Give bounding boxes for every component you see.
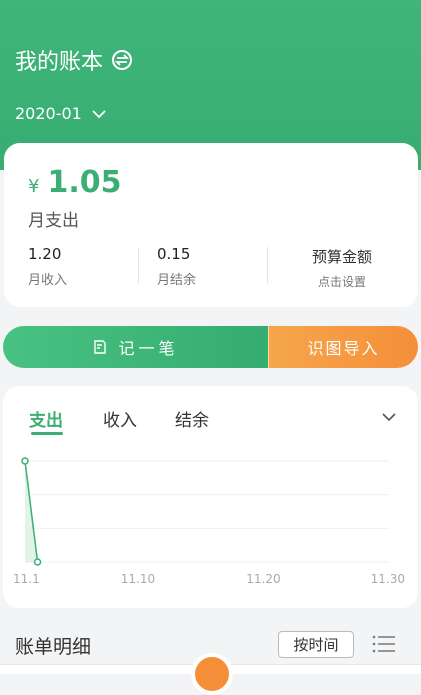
chart-point bbox=[33, 558, 42, 566]
edit-note-icon bbox=[94, 340, 107, 354]
currency-symbol: ¥ bbox=[28, 176, 40, 197]
bill-details-title: 账单明细 bbox=[15, 636, 92, 658]
budget-hint: 点击设置 bbox=[317, 275, 366, 289]
add-button[interactable] bbox=[191, 653, 233, 695]
book-title: 我的账本 bbox=[15, 50, 104, 75]
list-view-icon[interactable] bbox=[372, 634, 396, 654]
chart-x-tick-label: 11.20 bbox=[246, 572, 280, 586]
income-label: 月收入 bbox=[28, 273, 68, 288]
monthly-expense-amount: ¥ 1.05 bbox=[28, 165, 121, 200]
action-bar: 记一笔 识图导入 bbox=[3, 326, 418, 368]
sort-by-time-label: 按时间 bbox=[293, 636, 339, 654]
stat-divider bbox=[267, 247, 268, 283]
stat-divider bbox=[138, 247, 139, 283]
chart-point bbox=[21, 457, 29, 465]
chart-x-tick-label: 11.10 bbox=[121, 572, 155, 586]
summary-card: ¥ 1.05 月支出 1.20 月收入 0.15 月结余 预算金额 点击设置 bbox=[4, 143, 418, 307]
budget-setting[interactable]: 预算金额 点击设置 bbox=[287, 246, 397, 290]
expense-value: 1.05 bbox=[47, 165, 122, 200]
balance-value: 0.15 bbox=[157, 245, 191, 263]
income-stat: 1.20 月收入 bbox=[28, 245, 67, 288]
trend-chart-card: 支出 收入 结余 11.1 11.10 11.20 11.30 bbox=[3, 386, 418, 608]
budget-title: 预算金额 bbox=[311, 248, 372, 266]
swap-icon[interactable] bbox=[111, 49, 133, 71]
chevron-down-icon bbox=[92, 109, 106, 118]
book-switcher[interactable]: 我的账本 bbox=[15, 44, 133, 76]
image-import-label: 识图导入 bbox=[307, 339, 380, 358]
sort-by-time-button[interactable]: 按时间 bbox=[278, 631, 354, 658]
balance-stat: 0.15 月结余 bbox=[157, 245, 196, 288]
chart-x-tick-label: 11.1 bbox=[13, 572, 40, 586]
record-entry-label: 记一笔 bbox=[118, 339, 179, 358]
image-import-button[interactable]: 识图导入 bbox=[268, 326, 418, 368]
expense-trend-chart: 11.1 11.10 11.20 11.30 bbox=[13, 457, 405, 586]
month-value: 2020-01 bbox=[15, 104, 82, 123]
month-selector[interactable]: 2020-01 bbox=[15, 104, 106, 123]
record-entry-button[interactable]: 记一笔 bbox=[3, 326, 268, 368]
chart-x-tick-label: 11.30 bbox=[371, 572, 405, 586]
expense-label: 月支出 bbox=[28, 211, 79, 231]
balance-label: 月结余 bbox=[157, 273, 197, 288]
income-value: 1.20 bbox=[28, 245, 62, 263]
